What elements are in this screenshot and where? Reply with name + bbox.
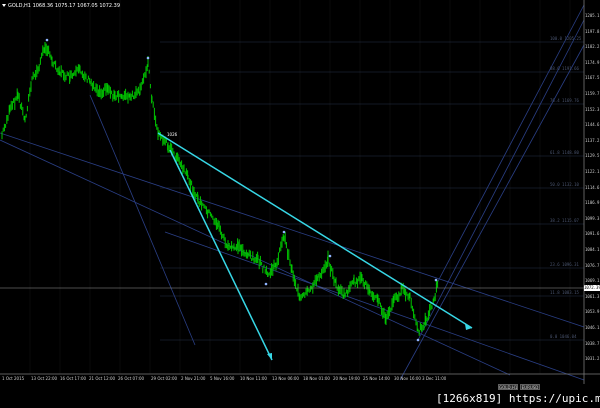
price-axis-label: 1061.3 xyxy=(585,293,600,299)
price-axis-label: 1106.9 xyxy=(585,200,600,206)
pivot-marker xyxy=(45,38,49,42)
time-axis-label: 18 Nov 01:00 xyxy=(303,376,330,381)
price-axis-label: 1167.5 xyxy=(585,75,600,81)
time-axis-label: 5 Nov 16:00 xyxy=(210,376,235,381)
pivot-marker xyxy=(146,56,150,60)
price-axis-label: 1144.6 xyxy=(585,122,600,128)
channel-line-upper xyxy=(0,132,585,328)
chart-grid xyxy=(29,0,571,374)
price-axis-label: 1129.5 xyxy=(585,153,600,159)
price-axis-label: 1091.6 xyxy=(585,231,600,237)
pitchfork-line-3 xyxy=(399,44,585,381)
time-axis-label: 2 Nov 21:00 xyxy=(181,376,206,381)
time-axis-label: 26 Oct 07:00 xyxy=(118,376,145,381)
fibonacci-level-label: 76.4 1169.76 xyxy=(550,98,579,103)
time-axis-label: 29 Oct 02:00 xyxy=(151,376,178,381)
chart-tab-bar xyxy=(0,384,584,391)
time-axis-label: 21 Oct 12:00 xyxy=(89,376,116,381)
price-axis-label: 1182.2 xyxy=(585,44,600,50)
diagonal-guide xyxy=(89,94,196,346)
time-axis-label: 13 Oct 22:00 xyxy=(31,376,58,381)
price-axis-label: 1114.6 xyxy=(585,184,600,190)
chart-price-note: 1026 xyxy=(167,132,178,137)
fibonacci-level-label: 23.6 1096.31 xyxy=(550,262,579,267)
fibonacci-level-label: 11.8 1083.15 xyxy=(550,290,579,295)
channel-lines xyxy=(0,4,585,381)
time-axis-label: 1 Oct 2015 xyxy=(2,376,25,381)
fibonacci-level-label: 50.0 1132.10 xyxy=(550,182,579,187)
fibonacci-level-label: 38.2 1115.07 xyxy=(550,218,579,223)
tab-gold-h1[interactable]: GOLD,H1 xyxy=(498,384,518,390)
chevron-down-icon[interactable] xyxy=(2,4,6,7)
chart-canvas[interactable] xyxy=(0,0,600,408)
image-size-watermark: [1266x819] https://upic.me/ xyxy=(432,391,600,407)
fibonacci-level-label: 100.0 1205.25 xyxy=(550,36,582,41)
current-price-tag: 1072.39 xyxy=(584,285,600,291)
symbol-ohlc-text: GOLD,H1 1068.36 1075.17 1067.05 1072.39 xyxy=(8,3,121,9)
time-axis-label: 25 Nov 14:00 xyxy=(363,376,390,381)
price-axis-label: 1084.1 xyxy=(585,247,600,252)
pivot-marker xyxy=(434,278,438,282)
price-axis-label: 1076.7 xyxy=(585,262,600,268)
time-axis-label: 16 Oct 17:00 xyxy=(60,376,87,381)
trading-chart-window[interactable]: GOLD,H1 1068.36 1075.17 1067.05 1072.39 … xyxy=(0,0,600,408)
trendline-main[interactable] xyxy=(157,132,473,329)
price-axis-label: 1031.2 xyxy=(585,356,600,362)
price-axis-label: 1038.7 xyxy=(585,340,600,346)
price-axis-label: 1069.1 xyxy=(585,278,600,284)
fibonacci-level-label: 0.0 1046.04 xyxy=(550,334,577,339)
price-axis-label: 1159.7 xyxy=(585,91,600,96)
tab-eurusd[interactable]: EURUSD xyxy=(520,384,540,390)
price-axis-label: 1205.1 xyxy=(585,13,600,18)
time-axis-label: 3 Dec 11:00 xyxy=(422,376,447,381)
pivot-marker xyxy=(264,282,268,286)
fibonacci-level-label: 61.8 1148.80 xyxy=(550,150,579,155)
price-axis-label: 1197.8 xyxy=(585,28,600,34)
arrowhead-steep xyxy=(267,353,272,360)
pivot-marker xyxy=(282,230,286,234)
price-axis-label: 1053.9 xyxy=(585,309,600,315)
price-axis-label: 1099.3 xyxy=(585,215,600,221)
chart-header: GOLD,H1 1068.36 1075.17 1067.05 1072.39 xyxy=(2,3,120,9)
price-axis-label: 1152.3 xyxy=(585,106,600,112)
price-axis-label: 1122.1 xyxy=(585,169,600,174)
price-axis-label: 1046.1 xyxy=(585,325,600,330)
time-axis-label: 10 Nov 11:00 xyxy=(240,376,267,381)
time-axis-label: 13 Nov 06:00 xyxy=(272,376,299,381)
pivot-marker xyxy=(328,254,332,258)
fibonacci-level-label: 88.6 1191.66 xyxy=(550,66,579,71)
price-axis-label: 1174.9 xyxy=(585,59,600,65)
time-axis-label: 20 Nov 19:00 xyxy=(333,376,360,381)
price-axis-label: 1137.2 xyxy=(585,137,600,143)
time-axis-label: 30 Nov 16:00 xyxy=(394,376,421,381)
pivot-marker xyxy=(416,338,420,342)
